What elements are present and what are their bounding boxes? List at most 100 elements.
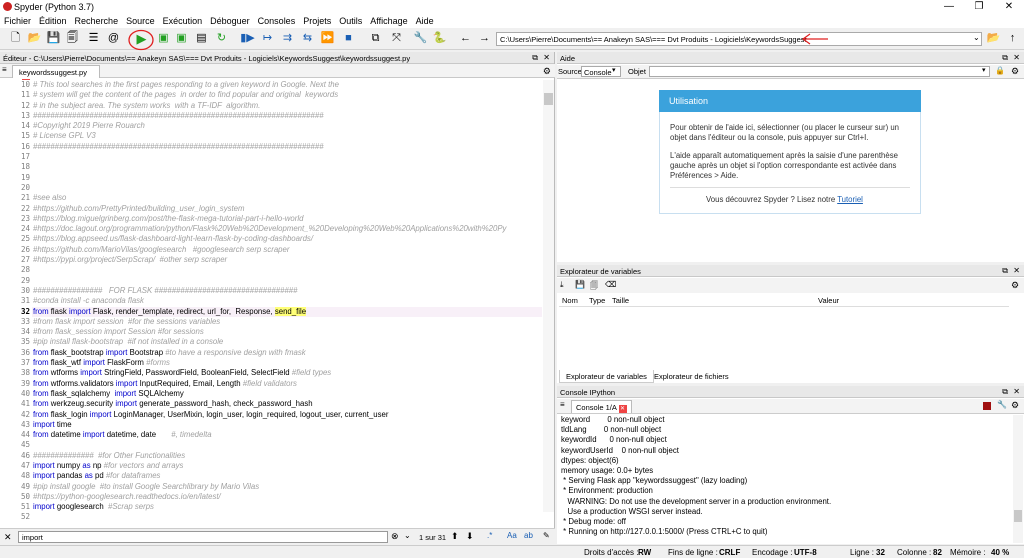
file-list-icon[interactable]: ≡: [2, 65, 7, 74]
code-line[interactable]: ################ FOR FLASK #############…: [32, 286, 542, 296]
console-scrollbar[interactable]: [1013, 415, 1023, 543]
parent-directory-icon[interactable]: ↑: [1005, 31, 1020, 46]
gear-icon[interactable]: ⚙: [1011, 400, 1019, 411]
menu-affichage[interactable]: Affichage: [366, 14, 411, 26]
import-data-icon[interactable]: ⤓: [560, 280, 564, 290]
browse-folder-icon[interactable]: 📂: [986, 31, 1001, 46]
code-line[interactable]: #https://github.com/PrettyPrinted/buildi…: [32, 204, 542, 214]
code-line[interactable]: from flask_login import LoginManager, Us…: [32, 410, 542, 420]
close-pane-icon[interactable]: ✕: [543, 53, 550, 62]
close-pane-icon[interactable]: ✕: [1013, 387, 1020, 396]
gear-icon[interactable]: ⚙: [1011, 66, 1019, 77]
undock-icon[interactable]: ⧉: [1002, 387, 1008, 397]
step-return-icon[interactable]: ⇆: [300, 31, 315, 46]
code-line[interactable]: import numpy as np #for vectors and arra…: [32, 461, 542, 471]
find-next-icon[interactable]: ⬇: [466, 531, 474, 542]
code-line[interactable]: # system will get the content of the pag…: [32, 90, 542, 100]
code-line[interactable]: #from flask import session #for the sess…: [32, 317, 542, 327]
stop-debug-icon[interactable]: ■: [341, 31, 356, 46]
menu-execution[interactable]: Exécution: [159, 14, 207, 26]
open-file-icon[interactable]: 📂: [27, 31, 42, 46]
maximize-icon[interactable]: ❐: [964, 0, 994, 14]
col-nom[interactable]: Nom: [562, 296, 578, 305]
code-line[interactable]: # in the subject area. The system works …: [32, 101, 542, 111]
code-line[interactable]: [32, 162, 542, 172]
forward-icon[interactable]: →: [477, 31, 492, 46]
code-line[interactable]: #https://python-googlesearch.readthedocs…: [32, 492, 542, 502]
code-line[interactable]: import googlesearch #Scrap serps: [32, 502, 542, 512]
back-icon[interactable]: ←: [458, 31, 473, 46]
code-line[interactable]: [32, 276, 542, 286]
rerun-icon[interactable]: ↻: [214, 31, 229, 46]
menu-consoles[interactable]: Consoles: [254, 14, 300, 26]
close-icon[interactable]: ✕: [994, 0, 1024, 14]
whole-word-icon[interactable]: ab: [524, 531, 533, 540]
code-line[interactable]: from flask_bootstrap import Bootstrap #t…: [32, 348, 542, 358]
regex-icon[interactable]: .*: [487, 531, 492, 540]
fullscreen-icon[interactable]: ⤧: [389, 31, 404, 46]
code-line[interactable]: from flask_wtf import FlaskForm #forms: [32, 358, 542, 368]
col-type[interactable]: Type: [589, 296, 605, 305]
undock-icon[interactable]: ⧉: [532, 53, 538, 63]
chevron-down-icon[interactable]: ▾: [982, 66, 986, 74]
undock-icon[interactable]: ⧉: [1002, 266, 1008, 276]
code-line[interactable]: import pandas as pd #for dataframes: [32, 471, 542, 481]
clear-find-icon[interactable]: ⊗: [391, 531, 399, 542]
tab-variable-explorer[interactable]: Explorateur de variables: [559, 370, 654, 383]
find-input[interactable]: import: [18, 531, 388, 543]
code-line[interactable]: from datetime import datetime, date #, t…: [32, 430, 542, 440]
code-line[interactable]: [32, 173, 542, 183]
code-area[interactable]: # This tool searches in the first pages …: [32, 80, 542, 512]
close-pane-icon[interactable]: ✕: [1013, 266, 1020, 275]
code-line[interactable]: from flask import Flask, render_template…: [32, 306, 542, 317]
menu-edition[interactable]: Édition: [35, 14, 71, 26]
code-line[interactable]: from wtforms.validators import InputRequ…: [32, 379, 542, 389]
menu-source[interactable]: Source: [122, 14, 159, 26]
close-find-icon[interactable]: ✕: [4, 532, 12, 543]
code-line[interactable]: [32, 152, 542, 162]
run-selection-icon[interactable]: ▤: [194, 31, 209, 46]
code-line[interactable]: from wtforms import StringField, Passwor…: [32, 368, 542, 378]
gear-icon[interactable]: ⚙: [543, 66, 551, 77]
code-line[interactable]: #https://blog.miguelgrinberg.com/post/th…: [32, 214, 542, 224]
code-line[interactable]: #https://github.com/MarioVilas/googlesea…: [32, 245, 542, 255]
code-line[interactable]: ########################################…: [32, 142, 542, 152]
tutorial-link[interactable]: Tutoriel: [837, 195, 863, 204]
close-pane-icon[interactable]: ✕: [1013, 53, 1020, 62]
code-line[interactable]: #see also: [32, 193, 542, 203]
chevron-down-icon[interactable]: ⌄: [973, 33, 980, 42]
tab-console[interactable]: Console 1/A ✕: [571, 400, 632, 413]
menu-outils[interactable]: Outils: [335, 14, 366, 26]
eraser-icon[interactable]: ⌫: [605, 280, 616, 289]
code-line[interactable]: #https://doc.lagout.org/programmation/py…: [32, 224, 542, 234]
working-directory-input[interactable]: C:\Users\Pierre\Documents\== Anakeyn SAS…: [496, 32, 982, 46]
scrollbar-thumb[interactable]: [1014, 510, 1022, 522]
code-line[interactable]: #https://blog.appseed.us/flask-dashboard…: [32, 234, 542, 244]
code-line[interactable]: ########################################…: [32, 111, 542, 121]
code-line[interactable]: # License GPL V3: [32, 131, 542, 141]
at-icon[interactable]: @: [106, 31, 121, 46]
run-cell-advance-icon[interactable]: ▣: [174, 31, 189, 46]
col-valeur[interactable]: Valeur: [818, 296, 839, 305]
tab-keywordssuggest[interactable]: keywordssuggest.py ✕: [12, 65, 100, 87]
new-file-icon[interactable]: 🗋: [8, 31, 23, 46]
menu-recherche[interactable]: Recherche: [71, 14, 123, 26]
python-path-icon[interactable]: 🐍: [432, 31, 447, 46]
undock-icon[interactable]: ⧉: [1002, 53, 1008, 63]
case-sensitive-icon[interactable]: Aa: [507, 531, 517, 540]
step-into-icon[interactable]: ⇉: [280, 31, 295, 46]
menu-projets[interactable]: Projets: [299, 14, 335, 26]
code-line[interactable]: #Copyright 2019 Pierre Rouarch: [32, 121, 542, 131]
save-icon[interactable]: 💾: [46, 31, 61, 46]
continue-icon[interactable]: ⏩: [320, 31, 335, 46]
save-all-icon[interactable]: 🗐: [65, 31, 80, 46]
chevron-down-icon[interactable]: ⌄: [404, 531, 411, 540]
find-previous-icon[interactable]: ⬆: [451, 531, 459, 542]
code-line[interactable]: #conda install -c anaconda flask: [32, 296, 542, 306]
code-line[interactable]: ############## #for Other Functionalitie…: [32, 451, 542, 461]
gear-icon[interactable]: ⚙: [1011, 280, 1019, 291]
console-output[interactable]: keyword 0 non-null object tldLang 0 non-n…: [557, 415, 1012, 543]
object-input[interactable]: [649, 66, 990, 77]
code-line[interactable]: from flask_sqlalchemy import SQLAlchemy: [32, 389, 542, 399]
menu-deboguer[interactable]: Déboguer: [206, 14, 254, 26]
